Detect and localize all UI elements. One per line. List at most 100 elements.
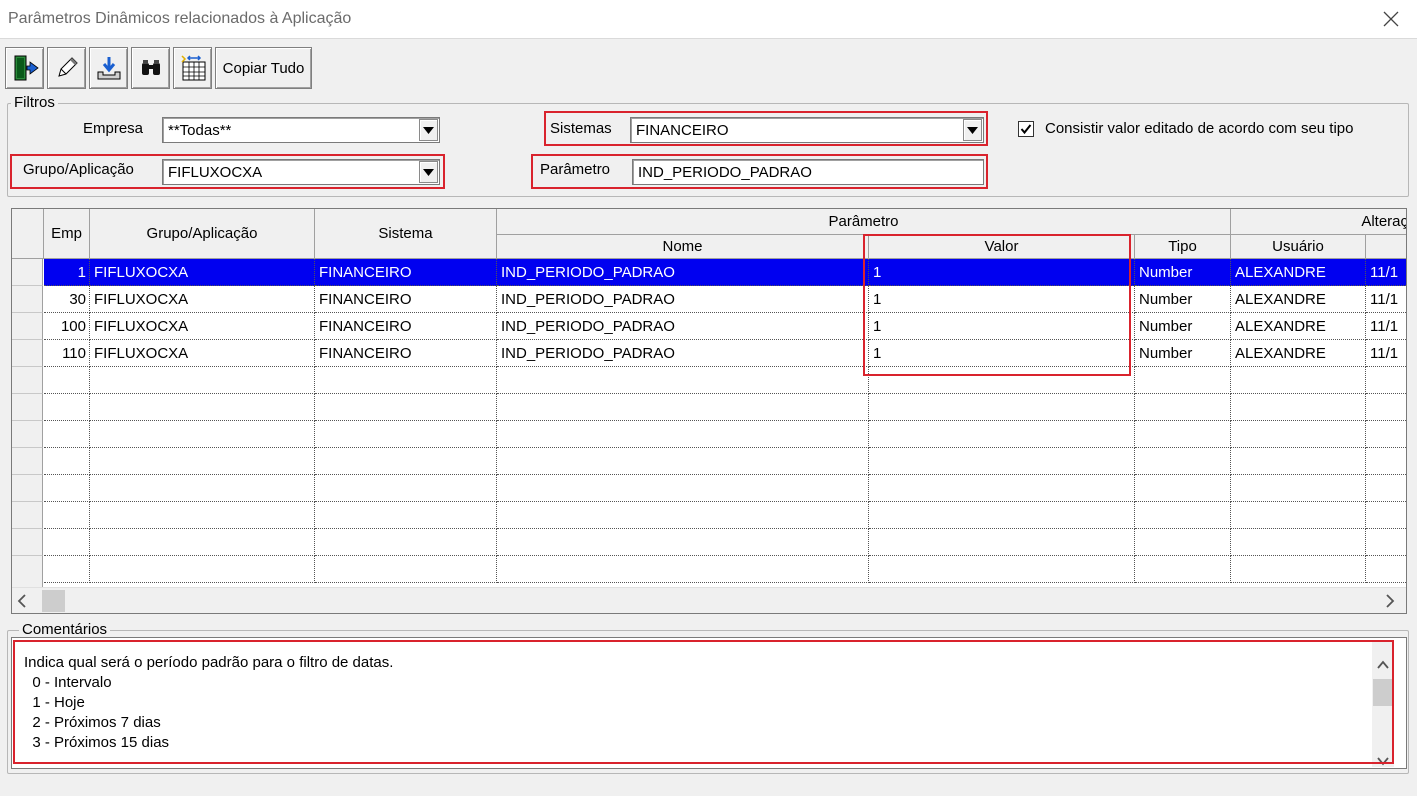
empty-cell[interactable] xyxy=(497,529,869,556)
empty-cell[interactable] xyxy=(315,475,497,502)
consistir-label[interactable]: Consistir valor editado de acordo com se… xyxy=(1045,120,1354,137)
empty-cell[interactable] xyxy=(315,556,497,583)
empty-cell[interactable] xyxy=(1366,421,1406,448)
cell-emp[interactable]: 100 xyxy=(44,313,90,340)
empty-cell[interactable] xyxy=(497,502,869,529)
header-parametro[interactable]: Parâmetro xyxy=(497,209,1231,235)
empty-cell[interactable] xyxy=(869,502,1135,529)
empty-cell[interactable] xyxy=(1231,475,1366,502)
empty-cell[interactable] xyxy=(90,502,315,529)
cell-grupo[interactable]: FIFLUXOCXA xyxy=(90,286,315,313)
empty-cell[interactable] xyxy=(44,529,90,556)
empty-cell[interactable] xyxy=(90,529,315,556)
empty-cell[interactable] xyxy=(869,556,1135,583)
row-selector[interactable] xyxy=(12,529,43,556)
empty-cell[interactable] xyxy=(44,421,90,448)
empty-cell[interactable] xyxy=(1135,502,1231,529)
empty-cell[interactable] xyxy=(1231,448,1366,475)
search-button[interactable] xyxy=(131,47,170,89)
header-usuario[interactable]: Usuário xyxy=(1231,235,1366,259)
cell-grupo[interactable]: FIFLUXOCXA xyxy=(90,259,315,286)
cell-tipo[interactable]: Number xyxy=(1135,340,1231,367)
grupo-select[interactable]: FIFLUXOCXA xyxy=(162,159,440,185)
empty-cell[interactable] xyxy=(1231,421,1366,448)
empty-cell[interactable] xyxy=(869,448,1135,475)
scroll-left-arrow[interactable] xyxy=(16,594,28,612)
empty-cell[interactable] xyxy=(1366,394,1406,421)
row-selector[interactable] xyxy=(12,313,43,340)
cell-nome[interactable]: IND_PERIODO_PADRAO xyxy=(497,286,869,313)
header-alteracao[interactable]: Alteraç xyxy=(1231,209,1406,235)
empty-cell[interactable] xyxy=(44,394,90,421)
row-selector[interactable] xyxy=(12,367,43,394)
empty-cell[interactable] xyxy=(315,421,497,448)
empty-cell[interactable] xyxy=(1135,394,1231,421)
empty-cell[interactable] xyxy=(1231,367,1366,394)
cell-sistema[interactable]: FINANCEIRO xyxy=(315,313,497,340)
empty-cell[interactable] xyxy=(869,421,1135,448)
empty-cell[interactable] xyxy=(497,475,869,502)
empty-cell[interactable] xyxy=(497,367,869,394)
row-selector[interactable] xyxy=(12,556,43,588)
exit-button[interactable] xyxy=(5,47,44,89)
cell-emp[interactable]: 1 xyxy=(44,259,90,286)
edit-button[interactable] xyxy=(47,47,86,89)
empty-cell[interactable] xyxy=(497,448,869,475)
cell-grupo[interactable]: FIFLUXOCXA xyxy=(90,340,315,367)
cell-nome[interactable]: IND_PERIODO_PADRAO xyxy=(497,259,869,286)
empty-cell[interactable] xyxy=(1135,529,1231,556)
empty-cell[interactable] xyxy=(44,367,90,394)
cell-tipo[interactable]: Number xyxy=(1135,313,1231,340)
empty-cell[interactable] xyxy=(497,556,869,583)
row-selector[interactable] xyxy=(12,448,43,475)
empty-cell[interactable] xyxy=(869,394,1135,421)
cell-emp[interactable]: 30 xyxy=(44,286,90,313)
empresa-select[interactable]: **Todas** xyxy=(162,117,440,143)
scroll-right-arrow[interactable] xyxy=(1384,594,1396,612)
empty-cell[interactable] xyxy=(1135,421,1231,448)
empty-cell[interactable] xyxy=(90,421,315,448)
row-selector[interactable] xyxy=(12,502,43,529)
empty-cell[interactable] xyxy=(1231,502,1366,529)
dropdown-arrow-icon[interactable] xyxy=(963,119,982,141)
empty-cell[interactable] xyxy=(1366,475,1406,502)
sistemas-select[interactable]: FINANCEIRO xyxy=(630,117,984,143)
cell-nome[interactable]: IND_PERIODO_PADRAO xyxy=(497,313,869,340)
empty-cell[interactable] xyxy=(1135,475,1231,502)
header-tipo[interactable]: Tipo xyxy=(1135,235,1231,259)
row-selector[interactable] xyxy=(12,394,43,421)
dropdown-arrow-icon[interactable] xyxy=(419,161,438,183)
empty-cell[interactable] xyxy=(1366,448,1406,475)
empty-cell[interactable] xyxy=(315,448,497,475)
header-emp[interactable]: Emp xyxy=(44,209,90,259)
empty-cell[interactable] xyxy=(1135,556,1231,583)
row-selector[interactable] xyxy=(12,340,43,367)
dropdown-arrow-icon[interactable] xyxy=(419,119,438,141)
empty-cell[interactable] xyxy=(1366,556,1406,583)
empty-cell[interactable] xyxy=(1231,394,1366,421)
empty-cell[interactable] xyxy=(44,502,90,529)
cell-emp[interactable]: 110 xyxy=(44,340,90,367)
parametro-input[interactable]: IND_PERIODO_PADRAO xyxy=(632,159,984,185)
empty-cell[interactable] xyxy=(1366,529,1406,556)
adjust-columns-button[interactable] xyxy=(173,47,212,89)
empty-cell[interactable] xyxy=(90,367,315,394)
cell-data[interactable]: 11/1 xyxy=(1366,259,1406,286)
cell-data[interactable]: 11/1 xyxy=(1366,313,1406,340)
header-grupo[interactable]: Grupo/Aplicação xyxy=(90,209,315,259)
cell-data[interactable]: 11/1 xyxy=(1366,286,1406,313)
horizontal-scrollbar[interactable] xyxy=(12,587,1406,613)
cell-sistema[interactable]: FINANCEIRO xyxy=(315,340,497,367)
empty-cell[interactable] xyxy=(315,529,497,556)
empty-cell[interactable] xyxy=(869,529,1135,556)
cell-grupo[interactable]: FIFLUXOCXA xyxy=(90,313,315,340)
empty-cell[interactable] xyxy=(869,475,1135,502)
consistir-checkbox[interactable] xyxy=(1018,121,1034,137)
row-selector[interactable] xyxy=(12,475,43,502)
copy-all-button[interactable]: Copiar Tudo xyxy=(215,47,312,89)
cell-usuario[interactable]: ALEXANDRE xyxy=(1231,340,1366,367)
empty-cell[interactable] xyxy=(1231,529,1366,556)
header-sistema[interactable]: Sistema xyxy=(315,209,497,259)
cell-sistema[interactable]: FINANCEIRO xyxy=(315,259,497,286)
empty-cell[interactable] xyxy=(497,394,869,421)
